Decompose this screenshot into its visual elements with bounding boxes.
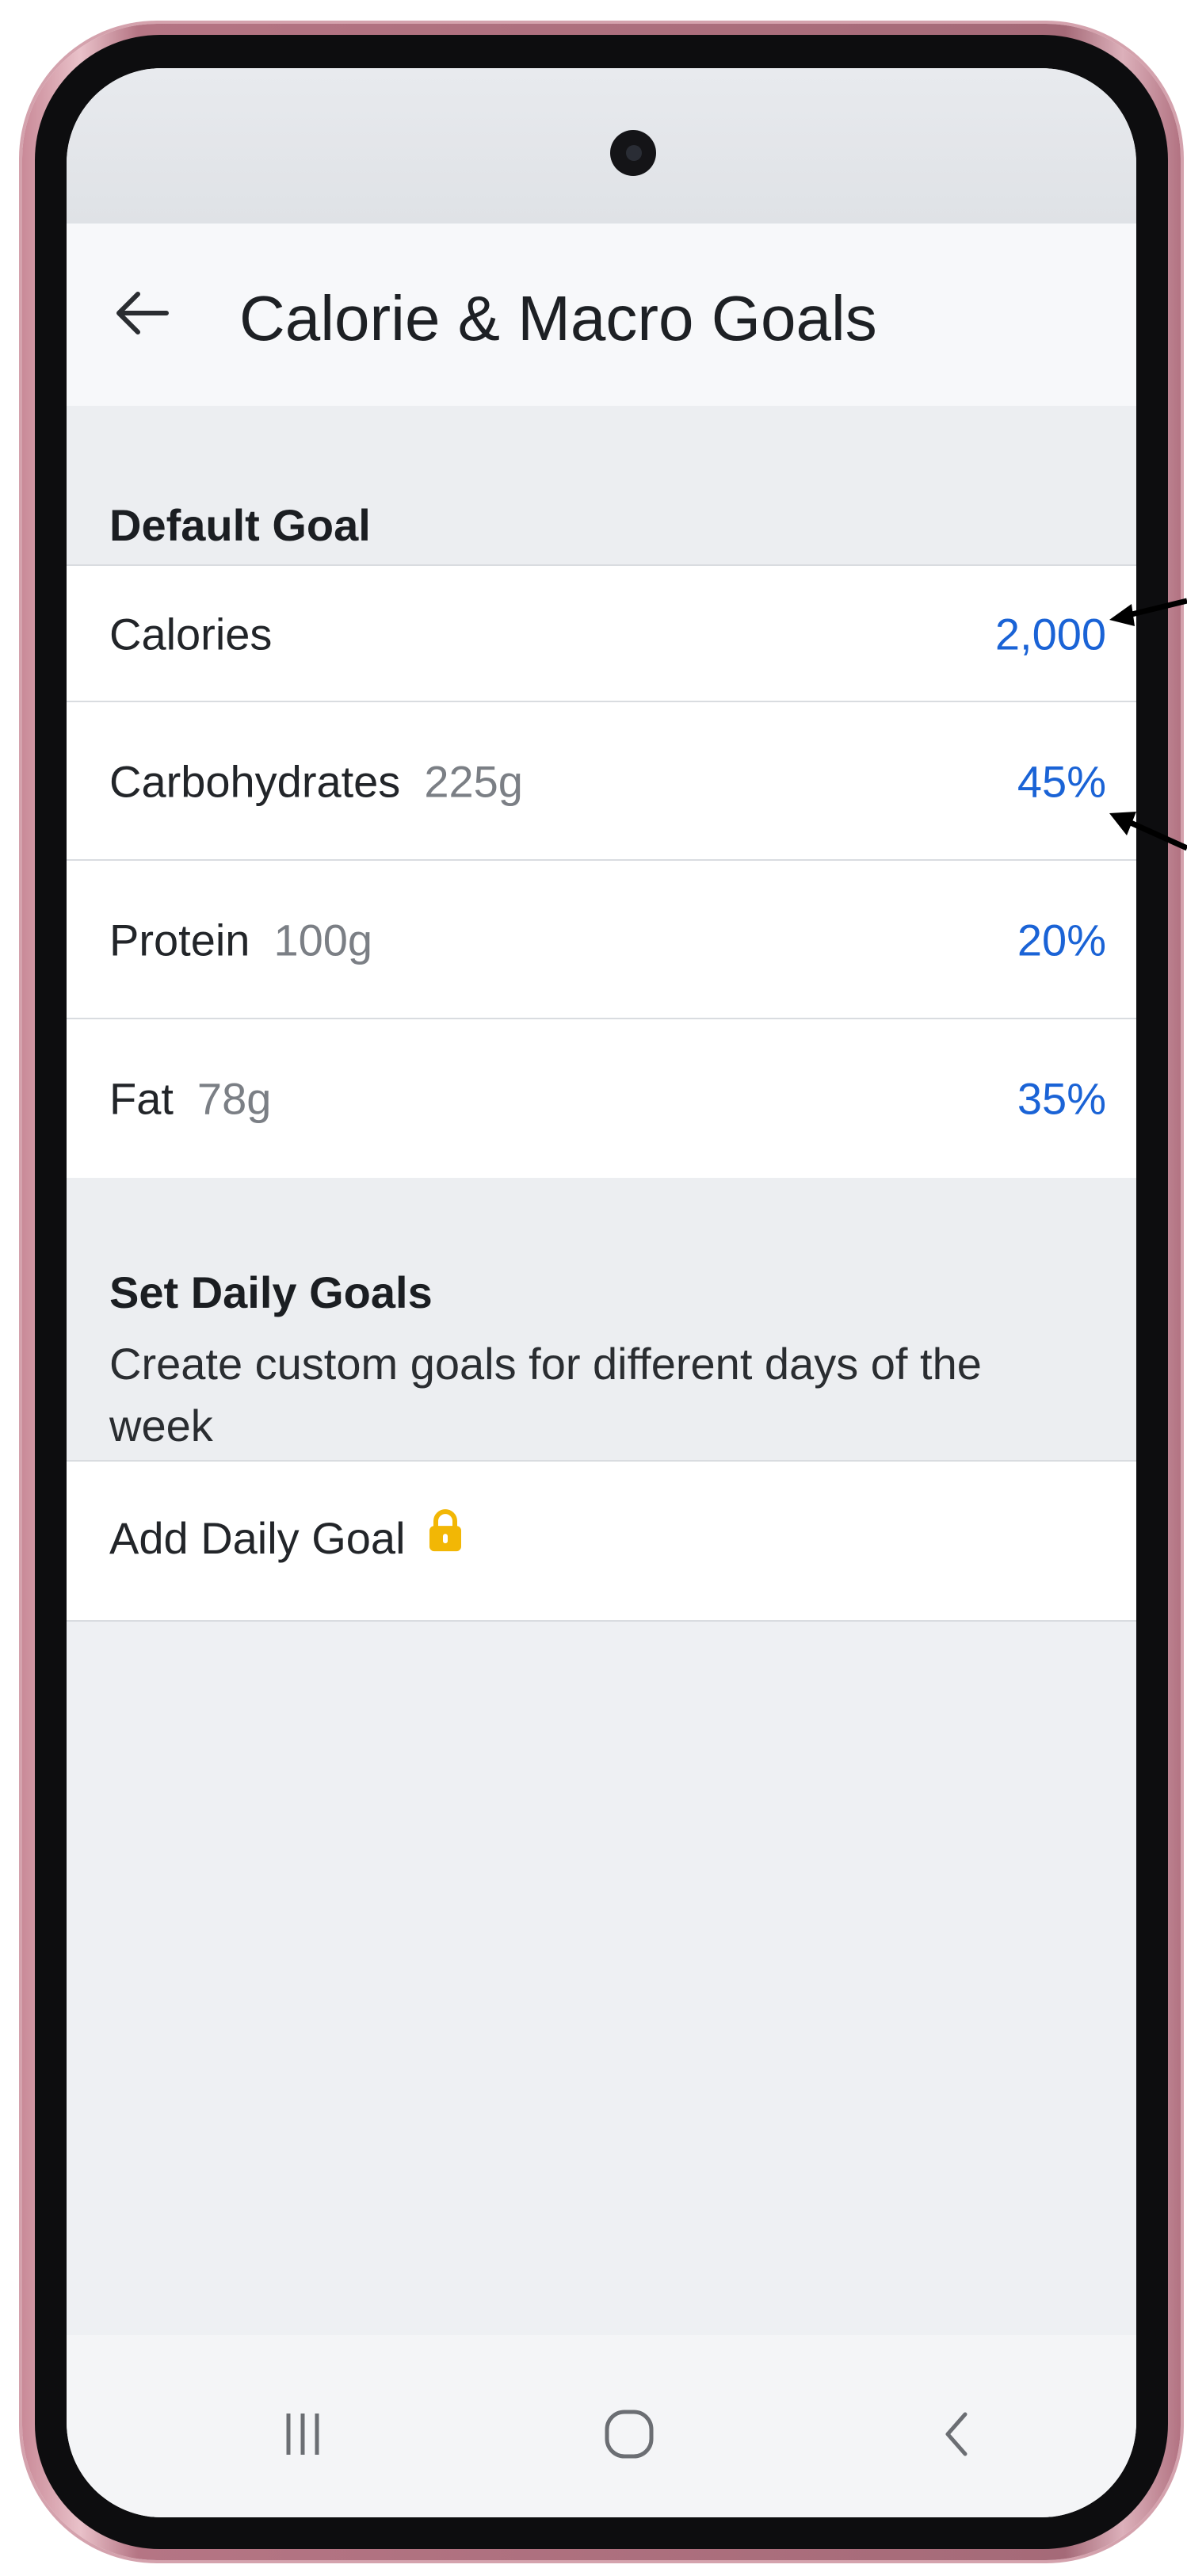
phone-bezel: Calorie & Macro Goals Default Goal Calor… [35, 35, 1168, 2549]
add-daily-goal-row[interactable]: Add Daily Goal [67, 1460, 1136, 1622]
phone-frame: Calorie & Macro Goals Default Goal Calor… [22, 24, 1181, 2560]
goal-row-label: Carbohydrates 225g [109, 756, 523, 807]
daily-goals-section-header: Set Daily Goals Create custom goals for … [67, 1178, 1136, 1460]
goal-row-label: Protein 100g [109, 915, 373, 965]
goal-row-grams: 100g [273, 915, 373, 965]
daily-goals-heading: Set Daily Goals [109, 1267, 433, 1317]
default-goal-section-header: Default Goal [67, 406, 1136, 564]
back-button[interactable] [98, 269, 185, 357]
app-bar: Calorie & Macro Goals [67, 224, 1136, 406]
goal-row-calories[interactable]: Calories 2,000 [67, 564, 1136, 702]
home-button[interactable] [586, 2391, 673, 2478]
goal-row-protein[interactable]: Protein 100g 20% [67, 859, 1136, 1019]
back-arrow-icon [116, 292, 169, 334]
lock-icon [428, 1508, 463, 1563]
goal-row-grams: 78g [197, 1073, 272, 1124]
recent-apps-icon [286, 2414, 319, 2455]
system-nav-bar [67, 2335, 1136, 2517]
screen: Calorie & Macro Goals Default Goal Calor… [67, 68, 1136, 2517]
nav-back-icon [945, 2412, 968, 2456]
goal-row-value[interactable]: 35% [1017, 1073, 1106, 1125]
nav-back-button[interactable] [913, 2391, 1000, 2478]
goal-row-label: Calories [109, 609, 273, 659]
goal-row-grams: 225g [424, 756, 523, 807]
goal-row-value[interactable]: 2,000 [995, 609, 1106, 660]
daily-goals-subtitle: Create custom goals for different days o… [109, 1339, 982, 1450]
front-camera [610, 130, 656, 176]
add-daily-goal-label: Add Daily Goal [109, 1508, 463, 1569]
status-bar [67, 68, 1136, 224]
goal-row-value[interactable]: 20% [1017, 915, 1106, 966]
annotation-arrow-calories [1109, 598, 1187, 626]
page-title: Calorie & Macro Goals [239, 283, 877, 354]
goal-row-carbohydrates[interactable]: Carbohydrates 225g 45% [67, 701, 1136, 861]
goal-row-value[interactable]: 45% [1017, 756, 1106, 808]
home-icon [605, 2410, 654, 2459]
default-goal-heading: Default Goal [109, 500, 371, 550]
goal-row-label: Fat 78g [109, 1073, 272, 1124]
goal-row-fat[interactable]: Fat 78g 35% [67, 1018, 1136, 1179]
annotation-arrow-carbohydrates [1109, 812, 1187, 851]
recent-apps-button[interactable] [259, 2391, 346, 2478]
